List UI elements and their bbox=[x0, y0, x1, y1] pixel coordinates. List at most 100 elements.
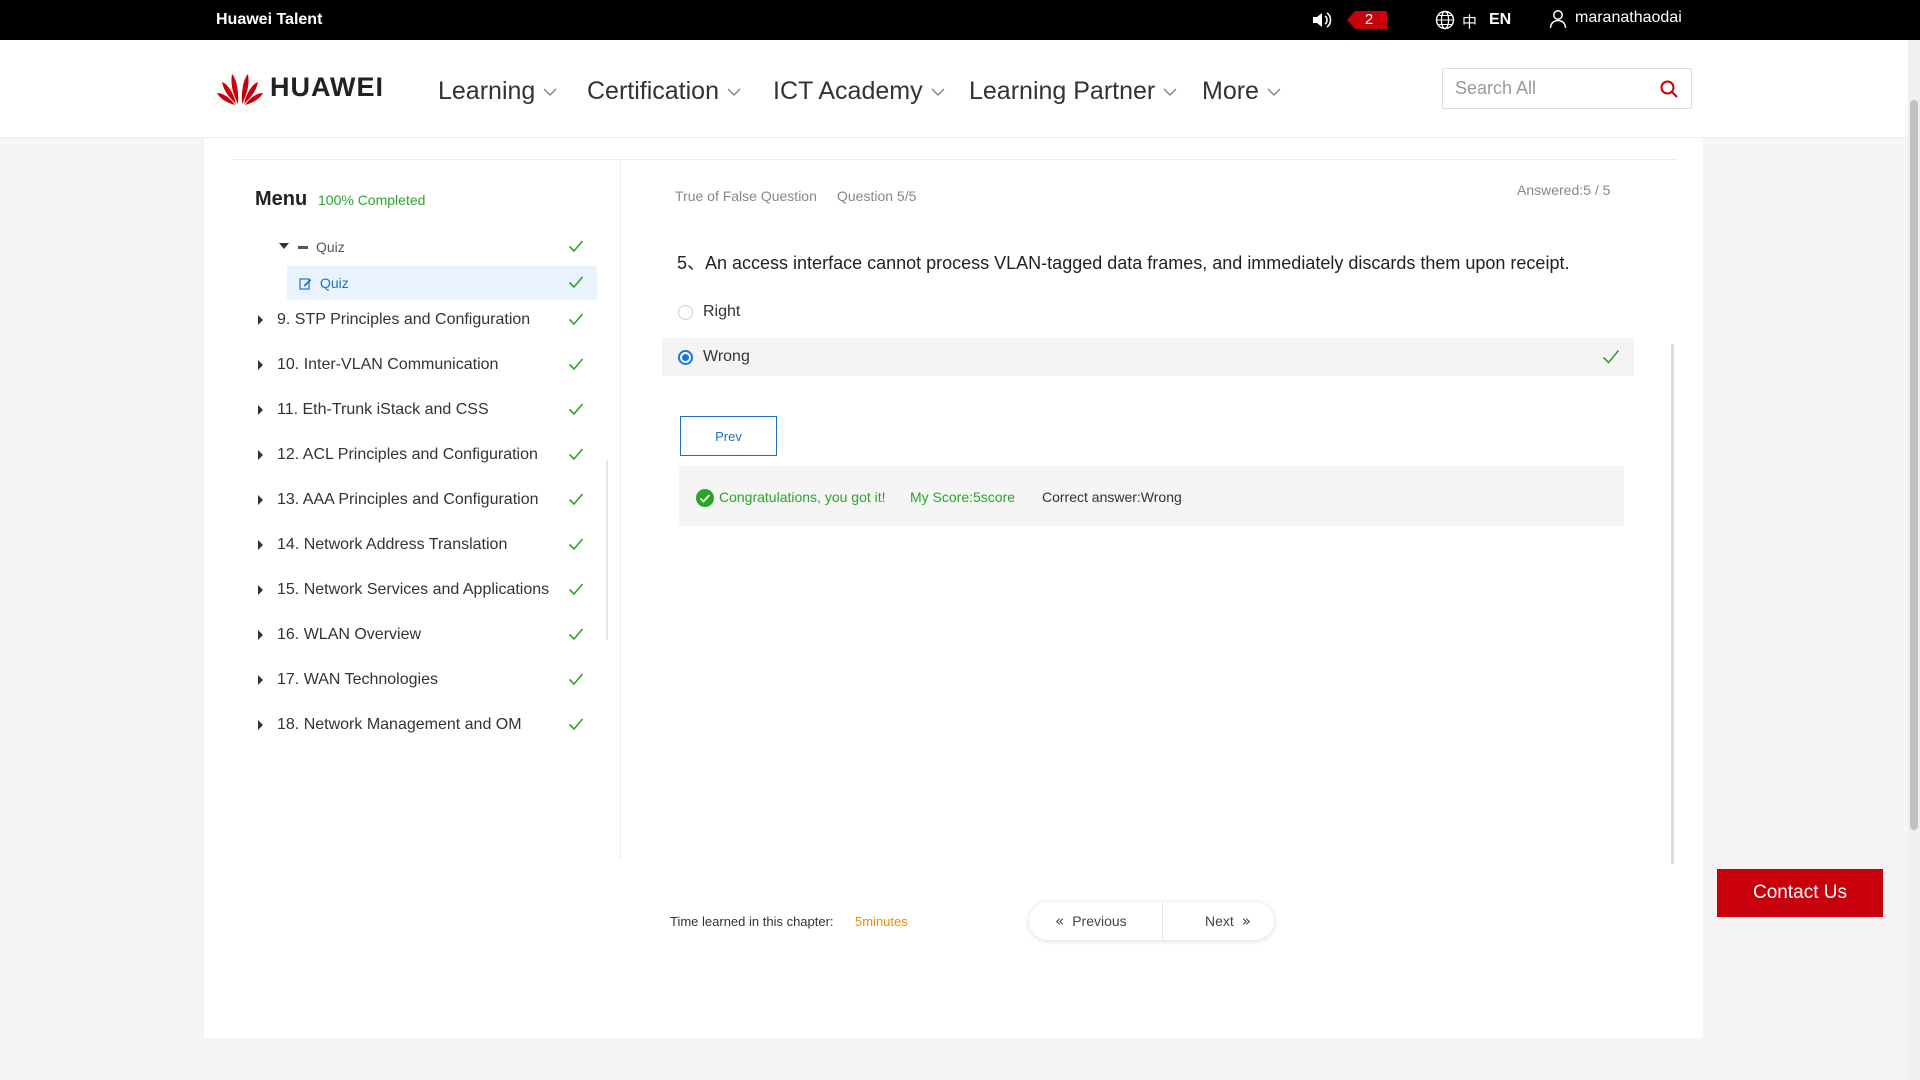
option-right[interactable]: Right bbox=[662, 293, 1634, 331]
radio-button-selected[interactable] bbox=[678, 349, 693, 365]
nav-ict-academy[interactable]: ICT Academy bbox=[773, 77, 945, 106]
search-icon[interactable] bbox=[1659, 79, 1679, 99]
tree-item-label: Quiz bbox=[316, 239, 345, 255]
question-number: Question 5/5 bbox=[837, 188, 917, 204]
chapter-item[interactable]: 17. WAN Technologies bbox=[232, 663, 597, 697]
chapter-label: 16. WLAN Overview bbox=[277, 626, 422, 643]
nav-learning-partner[interactable]: Learning Partner bbox=[969, 77, 1177, 106]
lang-chinese-link[interactable]: 中 bbox=[1462, 11, 1477, 32]
chapter-item[interactable]: 13. AAA Principles and Configuration bbox=[232, 483, 597, 517]
tree-item-quiz-active[interactable]: Quiz bbox=[287, 266, 597, 300]
nav-more[interactable]: More bbox=[1202, 77, 1281, 106]
caret-right-icon[interactable] bbox=[258, 450, 263, 460]
check-icon bbox=[568, 403, 584, 416]
chapter-label: 13. AAA Principles and Configuration bbox=[277, 491, 539, 508]
caret-right-icon[interactable] bbox=[258, 720, 263, 730]
page-scrollbar-thumb[interactable] bbox=[1910, 100, 1918, 830]
nav-more-label: More bbox=[1202, 77, 1259, 105]
question-text: 5、An access interface cannot process VLA… bbox=[677, 253, 1570, 273]
caret-right-icon[interactable] bbox=[258, 675, 263, 685]
caret-right-icon[interactable] bbox=[258, 540, 263, 550]
caret-right-icon[interactable] bbox=[258, 585, 263, 595]
result-panel: Congratulations, you got it! My Score:5s… bbox=[679, 466, 1624, 526]
caret-right-icon[interactable] bbox=[258, 360, 263, 370]
caret-right-icon[interactable] bbox=[258, 495, 263, 505]
prev-question-button[interactable]: Prev bbox=[680, 416, 777, 456]
check-icon bbox=[568, 313, 584, 326]
previous-chapter-button[interactable]: « Previous bbox=[1047, 902, 1127, 940]
message-count-badge[interactable]: 2 bbox=[1347, 11, 1387, 29]
chapter-item[interactable]: 11. Eth-Trunk iStack and CSS bbox=[232, 393, 597, 427]
caret-right-icon[interactable] bbox=[258, 630, 263, 640]
time-learned-value: 5minutes bbox=[855, 914, 908, 929]
nav-ict-academy-label: ICT Academy bbox=[773, 77, 923, 105]
option-wrong[interactable]: Wrong bbox=[662, 338, 1634, 376]
chevron-down-icon bbox=[1267, 87, 1281, 96]
username[interactable]: maranathaodai bbox=[1575, 9, 1682, 27]
check-icon bbox=[568, 358, 584, 371]
huawei-logo[interactable]: HUAWEI bbox=[216, 68, 384, 106]
sidebar-scrollbar[interactable] bbox=[606, 460, 608, 640]
next-chapter-button[interactable]: Next » bbox=[1205, 902, 1259, 940]
chapter-item[interactable]: 14. Network Address Translation bbox=[232, 528, 597, 562]
page-scrollbar[interactable] bbox=[1908, 40, 1920, 1080]
question-type: True of False Question bbox=[675, 188, 817, 204]
previous-label: Previous bbox=[1072, 913, 1127, 929]
menu-title: Menu bbox=[255, 188, 308, 210]
search-input[interactable] bbox=[1443, 69, 1643, 108]
chevron-down-icon bbox=[931, 87, 945, 96]
answered-count: Answered:5 / 5 bbox=[1517, 182, 1611, 198]
option-label: Right bbox=[703, 303, 741, 320]
search-box bbox=[1442, 68, 1692, 109]
minus-icon bbox=[298, 246, 308, 249]
chapter-label: 9. STP Principles and Configuration bbox=[277, 311, 531, 328]
tree-item-label: Quiz bbox=[320, 275, 349, 291]
chapter-label: 17. WAN Technologies bbox=[277, 671, 438, 688]
caret-right-icon[interactable] bbox=[258, 405, 263, 415]
check-icon bbox=[568, 628, 584, 641]
globe-icon[interactable] bbox=[1435, 10, 1455, 30]
main-nav: HUAWEI Learning Certification ICT Academ… bbox=[0, 40, 1908, 138]
option-label: Wrong bbox=[703, 348, 750, 365]
chapter-tree: Quiz Quiz 9. STP Principles and Configur… bbox=[232, 230, 597, 742]
nav-certification[interactable]: Certification bbox=[587, 77, 741, 106]
next-label: Next bbox=[1205, 913, 1234, 929]
chapter-label: 18. Network Management and OM bbox=[277, 716, 522, 733]
check-icon bbox=[568, 276, 584, 289]
chapter-item[interactable]: 16. WLAN Overview bbox=[232, 618, 597, 652]
user-icon[interactable] bbox=[1549, 9, 1567, 29]
question-scrollbar[interactable] bbox=[1671, 344, 1674, 864]
chapter-label: 10. Inter-VLAN Communication bbox=[277, 356, 499, 373]
check-icon bbox=[568, 240, 584, 253]
check-icon bbox=[568, 448, 584, 461]
chapter-item[interactable]: 18. Network Management and OM bbox=[232, 708, 597, 742]
check-icon bbox=[568, 673, 584, 686]
double-chevron-left-icon: « bbox=[1055, 912, 1065, 930]
check-icon bbox=[568, 493, 584, 506]
lang-english-link[interactable]: EN bbox=[1489, 11, 1511, 29]
double-chevron-right-icon: » bbox=[1241, 912, 1251, 930]
chapter-item[interactable]: 12. ACL Principles and Configuration bbox=[232, 438, 597, 472]
chapter-item[interactable]: 9. STP Principles and Configuration bbox=[232, 303, 597, 337]
chapter-pager: « Previous Next » bbox=[1029, 902, 1274, 940]
huawei-flower-icon bbox=[217, 74, 263, 105]
logo-text: HUAWEI bbox=[270, 71, 384, 102]
chapter-label: 12. ACL Principles and Configuration bbox=[277, 446, 538, 463]
contact-us-button[interactable]: Contact Us bbox=[1717, 869, 1883, 917]
time-learned-label: Time learned in this chapter: bbox=[670, 914, 834, 929]
menu-progress: 100% Completed bbox=[318, 192, 426, 208]
chapter-label: 11. Eth-Trunk iStack and CSS bbox=[277, 401, 489, 418]
chevron-down-icon bbox=[727, 87, 741, 96]
chapter-item[interactable]: 10. Inter-VLAN Communication bbox=[232, 348, 597, 382]
site-brand[interactable]: Huawei Talent bbox=[216, 11, 322, 29]
chapter-item[interactable]: 15. Network Services and Applications bbox=[232, 573, 597, 607]
caret-right-icon[interactable] bbox=[258, 315, 263, 325]
caret-down-icon[interactable] bbox=[279, 243, 289, 249]
nav-certification-label: Certification bbox=[587, 77, 719, 105]
nav-learning-label: Learning bbox=[438, 77, 536, 105]
tree-item-quiz-section[interactable]: Quiz bbox=[232, 230, 597, 264]
chevron-down-icon bbox=[1163, 87, 1177, 96]
nav-learning[interactable]: Learning bbox=[438, 77, 557, 106]
radio-button[interactable] bbox=[678, 304, 693, 320]
speaker-icon[interactable] bbox=[1311, 9, 1333, 31]
